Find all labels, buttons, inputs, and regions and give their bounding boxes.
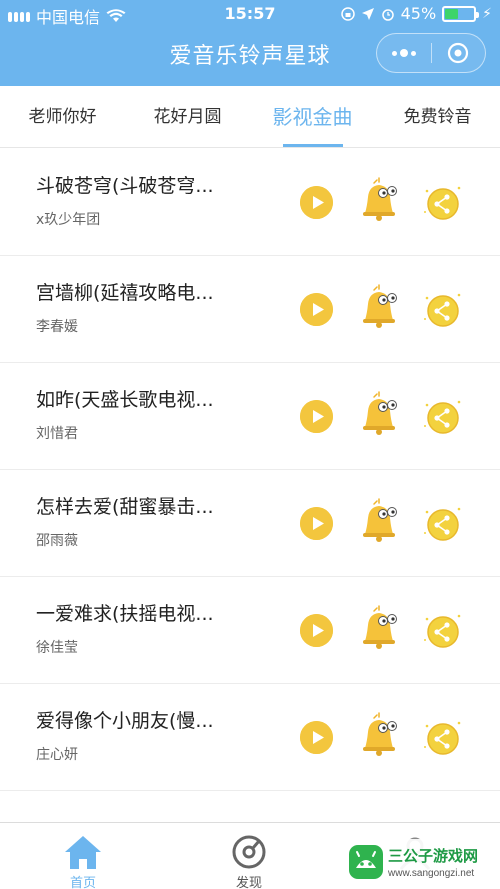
location-icon bbox=[361, 7, 374, 20]
play-button[interactable] bbox=[300, 400, 333, 433]
battery-icon bbox=[442, 5, 480, 22]
song-row[interactable]: 怎样去爱(甜蜜暴击... 邵雨薇 bbox=[0, 470, 500, 577]
app-header: 中国电信 15:57 45% ⚡ 爱音乐铃声星球 bbox=[0, 0, 500, 86]
share-icon[interactable] bbox=[421, 610, 463, 652]
close-circle-icon bbox=[448, 42, 469, 64]
home-icon bbox=[65, 836, 101, 869]
tab-film-songs[interactable]: 影视金曲 bbox=[250, 86, 375, 148]
set-ringtone-bell-icon[interactable] bbox=[356, 498, 402, 544]
more-button[interactable] bbox=[377, 34, 431, 72]
share-icon[interactable] bbox=[421, 503, 463, 545]
tab-flowers-moon[interactable]: 花好月圆 bbox=[125, 86, 250, 148]
play-button[interactable] bbox=[300, 507, 333, 540]
active-tab-indicator bbox=[283, 144, 343, 147]
tabbar-discover-label: 发现 bbox=[235, 876, 262, 889]
site-watermark: 三公子游戏网 www.sangongzi.net bbox=[344, 839, 494, 885]
watermark-url: www.sangongzi.net bbox=[388, 868, 475, 879]
watermark-name: 三公子游戏网 bbox=[388, 847, 479, 865]
battery-percent: 45% bbox=[400, 4, 437, 23]
song-artist: 刘惜君 bbox=[36, 426, 78, 442]
more-dots-icon bbox=[399, 49, 408, 57]
play-icon bbox=[300, 400, 333, 433]
tab-teacher[interactable]: 老师你好 bbox=[0, 86, 125, 148]
song-row-partial bbox=[0, 791, 500, 821]
song-row[interactable]: 一爱难求(扶摇电视... 徐佳莹 bbox=[0, 577, 500, 684]
play-icon bbox=[300, 186, 333, 219]
share-icon[interactable] bbox=[421, 182, 463, 224]
discover-icon bbox=[232, 835, 266, 869]
bottom-tab-bar: 首页 发现 三公子游戏网 www.sangongzi.net bbox=[0, 822, 500, 889]
set-ringtone-bell-icon[interactable] bbox=[356, 284, 402, 330]
song-artist: 李春媛 bbox=[36, 319, 78, 335]
play-icon bbox=[300, 614, 333, 647]
status-right: 45% ⚡ bbox=[340, 4, 492, 23]
charging-icon: ⚡ bbox=[482, 5, 492, 22]
play-icon bbox=[300, 293, 333, 326]
song-title: 怎样去爱(甜蜜暴击... bbox=[36, 496, 214, 518]
close-button[interactable] bbox=[432, 34, 486, 72]
song-artist: 庄心妍 bbox=[36, 747, 78, 763]
song-row[interactable]: 爱得像个小朋友(慢... 庄心妍 bbox=[0, 684, 500, 791]
set-ringtone-bell-icon[interactable] bbox=[356, 391, 402, 437]
share-icon[interactable] bbox=[421, 717, 463, 759]
song-row[interactable]: 宫墙柳(延禧攻略电... 李春媛 bbox=[0, 256, 500, 363]
set-ringtone-bell-icon[interactable] bbox=[356, 605, 402, 651]
share-icon[interactable] bbox=[421, 396, 463, 438]
song-artist: 邵雨薇 bbox=[36, 533, 78, 549]
category-tabs: 老师你好 花好月圆 影视金曲 免费铃音 bbox=[0, 86, 500, 148]
share-icon[interactable] bbox=[421, 289, 463, 331]
play-icon bbox=[300, 721, 333, 754]
alarm-icon bbox=[381, 8, 394, 21]
tab-free-ringtones[interactable]: 免费铃音 bbox=[375, 86, 500, 148]
play-button[interactable] bbox=[300, 721, 333, 754]
play-button[interactable] bbox=[300, 186, 333, 219]
watermark-logo-icon bbox=[349, 845, 383, 879]
play-icon bbox=[300, 507, 333, 540]
play-button[interactable] bbox=[300, 614, 333, 647]
song-artist: x玖少年团 bbox=[36, 212, 101, 228]
tabbar-home[interactable]: 首页 bbox=[0, 823, 166, 889]
play-button[interactable] bbox=[300, 293, 333, 326]
song-title: 斗破苍穹(斗破苍穹... bbox=[36, 175, 214, 197]
song-row[interactable]: 如昨(天盛长歌电视... 刘惜君 bbox=[0, 363, 500, 470]
song-title: 爱得像个小朋友(慢... bbox=[36, 710, 214, 732]
rotation-lock-icon bbox=[340, 6, 355, 21]
set-ringtone-bell-icon[interactable] bbox=[356, 177, 402, 223]
status-bar: 中国电信 15:57 45% ⚡ bbox=[0, 0, 500, 28]
song-title: 宫墙柳(延禧攻略电... bbox=[36, 282, 214, 304]
song-title: 如昨(天盛长歌电视... bbox=[36, 389, 214, 411]
set-ringtone-bell-icon[interactable] bbox=[356, 712, 402, 758]
tabbar-discover[interactable]: 发现 bbox=[166, 823, 332, 889]
mini-program-capsule bbox=[376, 33, 486, 73]
song-artist: 徐佳莹 bbox=[36, 640, 78, 656]
song-row[interactable]: 斗破苍穹(斗破苍穹... x玖少年团 bbox=[0, 149, 500, 256]
song-title: 一爱难求(扶摇电视... bbox=[36, 603, 214, 625]
tabbar-home-label: 首页 bbox=[69, 876, 96, 889]
